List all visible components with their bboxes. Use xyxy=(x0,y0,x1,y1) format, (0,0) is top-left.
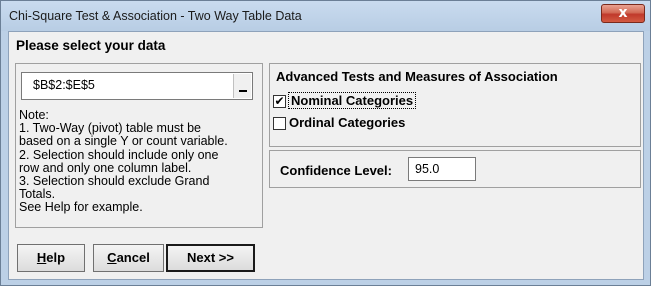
confidence-panel: Confidence Level: xyxy=(269,150,641,188)
note-text: Note: 1. Two-Way (pivot) table must be b… xyxy=(19,108,228,215)
collapse-icon xyxy=(239,90,247,92)
ordinal-label[interactable]: Ordinal Categories xyxy=(289,115,405,130)
next-button[interactable]: Next >> xyxy=(166,244,255,272)
dialog-window: Chi-Square Test & Association - Two Way … xyxy=(0,0,651,286)
checkmark-icon: ✔ xyxy=(274,94,285,108)
advanced-tests-title: Advanced Tests and Measures of Associati… xyxy=(276,69,558,84)
next-label: Next >> xyxy=(187,250,234,265)
nominal-label[interactable]: Nominal Categories xyxy=(287,92,417,109)
collapse-range-button[interactable] xyxy=(233,74,251,98)
help-button[interactable]: Help xyxy=(17,244,85,272)
advanced-tests-panel: Advanced Tests and Measures of Associati… xyxy=(269,63,641,147)
range-value: $B$2:$E$5 xyxy=(33,78,95,92)
help-label: elp xyxy=(46,250,66,265)
close-button[interactable]: x xyxy=(601,4,645,23)
range-input[interactable]: $B$2:$E$5 xyxy=(21,72,253,100)
cancel-mnemonic: C xyxy=(107,250,117,265)
data-selection-panel: $B$2:$E$5 Note: 1. Two-Way (pivot) table… xyxy=(15,63,263,228)
ordinal-checkbox[interactable] xyxy=(273,117,286,130)
cancel-button[interactable]: Cancel xyxy=(93,244,164,272)
confidence-label: Confidence Level: xyxy=(280,163,392,178)
title-bar[interactable]: Chi-Square Test & Association - Two Way … xyxy=(1,1,650,31)
dialog-body: Please select your data $B$2:$E$5 Note: … xyxy=(8,31,644,280)
nominal-checkbox[interactable]: ✔ xyxy=(273,95,286,108)
cancel-label: ancel xyxy=(116,250,150,265)
select-data-heading: Please select your data xyxy=(16,38,166,53)
close-icon: x xyxy=(618,5,628,21)
confidence-level-input[interactable] xyxy=(408,157,476,181)
help-mnemonic: H xyxy=(36,250,47,265)
window-title: Chi-Square Test & Association - Two Way … xyxy=(9,9,302,23)
